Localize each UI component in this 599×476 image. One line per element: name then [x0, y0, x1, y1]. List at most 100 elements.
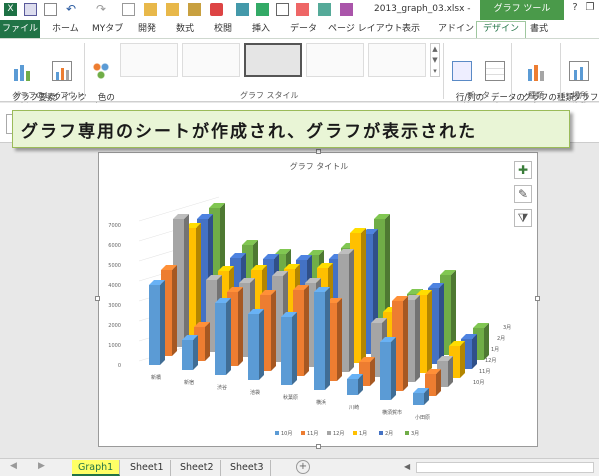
bar-side	[271, 290, 276, 371]
bar-side	[337, 298, 342, 381]
chart-style-1[interactable]	[120, 43, 178, 77]
folder-icon[interactable]	[166, 3, 179, 16]
tab-home[interactable]: ホーム	[52, 22, 79, 36]
print-preview-icon[interactable]	[44, 3, 57, 16]
legend-label: 10月	[281, 431, 292, 437]
tab-file[interactable]: ファイル	[0, 20, 40, 38]
style-gallery-scroll[interactable]: ▲ ▼ ▾	[430, 43, 440, 77]
chart-style-3[interactable]	[244, 43, 302, 77]
tab-page-layout[interactable]: ページ レイアウト	[328, 22, 403, 36]
chart-style-2[interactable]	[182, 43, 240, 77]
change-chart-type-icon	[525, 61, 545, 81]
x-category-label: 小田原	[415, 414, 430, 421]
sheet-tab-sheet2[interactable]: Sheet2	[174, 460, 221, 476]
legend-swatch	[353, 431, 357, 435]
legend-label: 11月	[307, 431, 318, 437]
legend-swatch	[379, 431, 383, 435]
custom-icon[interactable]	[340, 3, 353, 16]
y-tick-label: 3000	[108, 303, 121, 309]
x-category-label: 新橋	[151, 374, 161, 381]
table-icon[interactable]	[276, 3, 289, 16]
bar-side	[184, 214, 189, 347]
chart-style-5[interactable]	[368, 43, 426, 77]
tab-format[interactable]: 書式	[530, 22, 548, 36]
help-button[interactable]: ?	[568, 2, 582, 16]
tab-design[interactable]: デザイン	[476, 21, 527, 38]
y-tick-label: 1000	[108, 343, 121, 349]
tab-data[interactable]: データ	[290, 22, 317, 36]
tab-insert[interactable]: 挿入	[252, 22, 270, 36]
group-label-location: 場所	[572, 91, 588, 100]
chart-style-4[interactable]	[306, 43, 364, 77]
sheet-tab-sheet1[interactable]: Sheet1	[124, 460, 171, 476]
save-icon[interactable]	[24, 3, 37, 16]
select-data-icon	[485, 61, 505, 81]
tab-mytab[interactable]: MYタブ	[92, 22, 123, 36]
x-category-label: 池袋	[250, 389, 260, 396]
bar-side	[391, 337, 396, 400]
scroll-left-button[interactable]: ◀	[404, 462, 414, 473]
chart-elements-plus-icon[interactable]: ✚	[514, 161, 532, 179]
resize-handle-bottom[interactable]	[316, 444, 321, 449]
bar-side	[448, 356, 453, 387]
resize-handle-left[interactable]	[95, 296, 100, 301]
resize-handle-right[interactable]	[535, 296, 540, 301]
bar-side	[439, 283, 444, 364]
legend-label: 12月	[333, 431, 344, 437]
x-category-label: 渋谷	[217, 384, 227, 391]
bar-side	[460, 341, 465, 378]
ribbon-tab-bar: ファイル ホーム MYタブ 開発 数式 校閲 挿入 データ ページ レイアウト …	[0, 20, 599, 38]
redo-icon[interactable]: ↷	[96, 3, 109, 16]
tab-formulas[interactable]: 数式	[176, 22, 194, 36]
undo-icon[interactable]: ↶	[66, 3, 79, 16]
bar-side	[259, 309, 264, 380]
tab-view[interactable]: 表示	[402, 22, 420, 36]
scroll-right-icon[interactable]: ▶	[38, 461, 45, 471]
bar-side	[427, 290, 432, 373]
bar-side	[484, 323, 489, 360]
bar-side	[472, 334, 477, 369]
x-category-label: 横浜	[316, 399, 326, 406]
sheet-tab-sheet3[interactable]: Sheet3	[224, 460, 271, 476]
bar-side	[325, 287, 330, 390]
legend-label: 2月	[385, 431, 393, 437]
horizontal-scrollbar[interactable]	[416, 462, 594, 473]
bar-side	[193, 335, 198, 370]
tab-developer[interactable]: 開発	[138, 22, 156, 36]
group-label-data: データ	[466, 91, 490, 100]
move-chart-icon	[569, 61, 589, 81]
depth-axis-label: 3月	[503, 325, 511, 331]
chart-container[interactable]: グラフ タイトル 0 1000 2000 3000 4000 5000 6000 7000 新橋新…	[98, 152, 538, 447]
clear-icon[interactable]	[256, 3, 269, 16]
tab-review[interactable]: 校閲	[214, 22, 232, 36]
legend-swatch	[301, 431, 305, 435]
y-tick-label: 0	[118, 363, 121, 369]
bar-side	[160, 280, 165, 365]
fill-color-icon[interactable]	[210, 3, 223, 16]
resize-handle-top[interactable]	[316, 149, 321, 154]
restore-button[interactable]: ❐	[583, 2, 597, 16]
x-category-label: 新宿	[184, 379, 194, 386]
y-tick-label: 6000	[108, 243, 121, 249]
group-separator	[560, 43, 561, 99]
image-icon[interactable]	[236, 3, 249, 16]
mail-icon[interactable]	[296, 3, 309, 16]
depth-axis-label: 1月	[491, 347, 499, 353]
group-separator	[443, 43, 444, 99]
y-tick-label: 4000	[108, 283, 121, 289]
bar	[182, 340, 193, 370]
bar-side	[172, 265, 177, 356]
chart-styles-brush-icon[interactable]: ✎	[514, 185, 532, 203]
open-folder-icon[interactable]	[144, 3, 157, 16]
paste-icon[interactable]	[188, 3, 201, 16]
camera-icon[interactable]	[318, 3, 331, 16]
y-tick-label: 2000	[108, 323, 121, 329]
new-file-icon[interactable]	[122, 3, 135, 16]
scroll-left-icon[interactable]: ◀	[10, 461, 17, 471]
chart-filter-icon[interactable]: ⧩	[514, 209, 532, 227]
add-sheet-icon[interactable]: +	[296, 460, 310, 474]
tab-addins[interactable]: アドイン	[438, 22, 474, 36]
y-tick-label: 5000	[108, 263, 121, 269]
sheet-tab-graph1[interactable]: Graph1	[72, 460, 121, 476]
sheet-tab-bar: ◀ ▶ Graph1 Sheet1 Sheet2 Sheet3 + ◀	[0, 458, 599, 476]
